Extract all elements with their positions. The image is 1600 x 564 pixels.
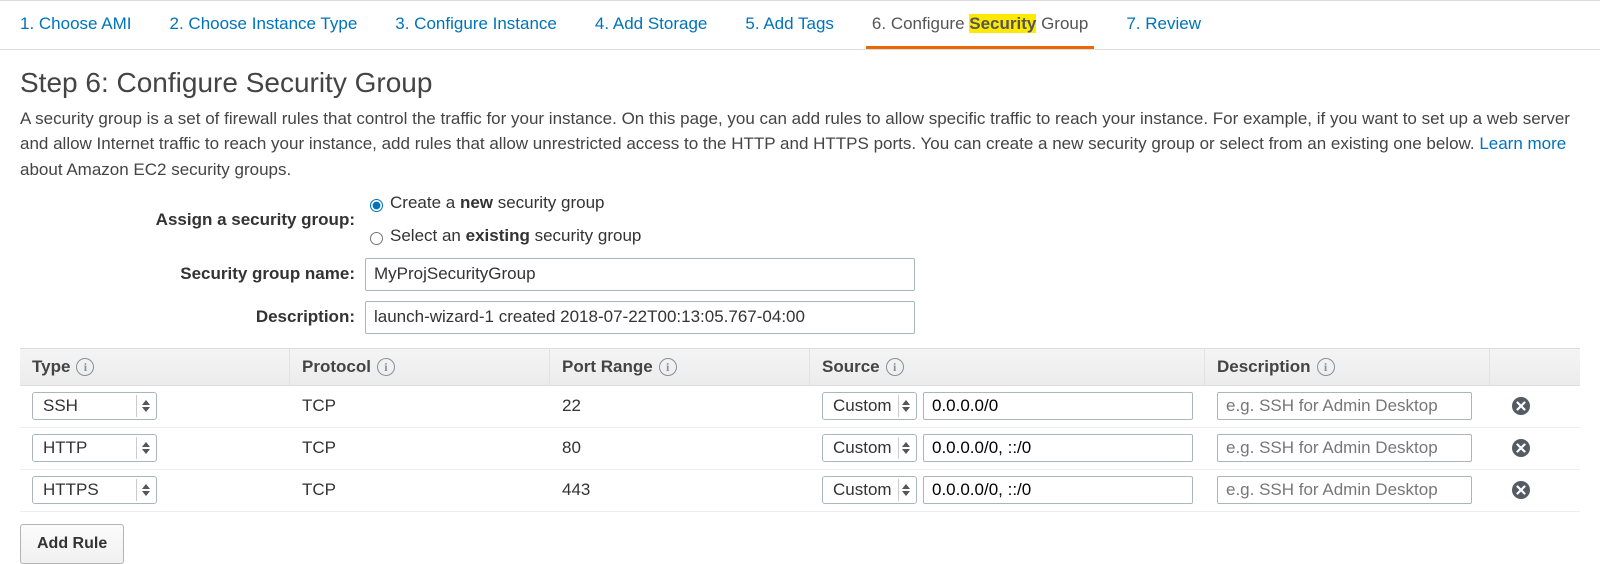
- sg-desc-input[interactable]: [365, 301, 915, 334]
- protocol-value: TCP: [290, 395, 550, 418]
- info-icon[interactable]: i: [76, 358, 94, 376]
- source-cidr-input[interactable]: [923, 434, 1193, 462]
- step-review[interactable]: 7. Review: [1120, 9, 1207, 49]
- remove-rule-button[interactable]: [1490, 480, 1540, 500]
- type-select[interactable]: SSH: [32, 392, 157, 420]
- close-icon: [1511, 480, 1531, 500]
- radio-select-existing[interactable]: Select an existing security group: [365, 225, 641, 248]
- type-select[interactable]: HTTPS: [32, 476, 157, 504]
- step-6-keyword: Security: [969, 14, 1036, 33]
- source-cidr-input[interactable]: [923, 392, 1193, 420]
- step-configure-instance[interactable]: 3. Configure Instance: [389, 9, 563, 49]
- wizard-steps: 1. Choose AMI 2. Choose Instance Type 3.…: [0, 0, 1600, 50]
- rules-table: Typei Protocoli Port Rangei Sourcei Desc…: [20, 348, 1580, 512]
- rule-description-input[interactable]: [1217, 392, 1472, 420]
- rules-table-header: Typei Protocoli Port Rangei Sourcei Desc…: [20, 348, 1580, 386]
- source-mode-select[interactable]: Custom: [822, 434, 917, 462]
- radio-create-new-input[interactable]: [370, 199, 383, 212]
- intro-text: A security group is a set of firewall ru…: [20, 109, 1570, 154]
- step-add-storage[interactable]: 4. Add Storage: [589, 9, 713, 49]
- col-source: Source: [822, 356, 880, 379]
- port-value: 80: [550, 437, 810, 460]
- col-description: Description: [1217, 356, 1311, 379]
- info-icon[interactable]: i: [1317, 358, 1335, 376]
- table-row: SSH TCP22 Custom: [20, 386, 1580, 428]
- protocol-value: TCP: [290, 479, 550, 502]
- learn-more-link[interactable]: Learn more: [1479, 134, 1566, 153]
- info-icon[interactable]: i: [659, 358, 677, 376]
- source-cidr-input[interactable]: [923, 476, 1193, 504]
- page-title: Step 6: Configure Security Group: [20, 64, 1580, 102]
- sg-name-label: Security group name:: [20, 263, 365, 286]
- close-icon: [1511, 396, 1531, 416]
- page-intro: A security group is a set of firewall ru…: [20, 106, 1580, 183]
- info-icon[interactable]: i: [886, 358, 904, 376]
- source-mode-select[interactable]: Custom: [822, 476, 917, 504]
- source-mode-select[interactable]: Custom: [822, 392, 917, 420]
- type-select[interactable]: HTTP: [32, 434, 157, 462]
- radio-create-new[interactable]: Create a new security group: [365, 192, 641, 215]
- remove-rule-button[interactable]: [1490, 396, 1540, 416]
- step-add-tags[interactable]: 5. Add Tags: [739, 9, 840, 49]
- port-value: 22: [550, 395, 810, 418]
- table-row: HTTPS TCP443 Custom: [20, 470, 1580, 512]
- table-row: HTTP TCP80 Custom: [20, 428, 1580, 470]
- close-icon: [1511, 438, 1531, 458]
- step-choose-ami[interactable]: 1. Choose AMI: [14, 9, 138, 49]
- security-group-form: Assign a security group: Create a new se…: [20, 192, 1580, 334]
- assign-sg-label: Assign a security group:: [20, 209, 365, 232]
- step-choose-instance-type[interactable]: 2. Choose Instance Type: [164, 9, 364, 49]
- remove-rule-button[interactable]: [1490, 438, 1540, 458]
- info-icon[interactable]: i: [377, 358, 395, 376]
- intro-text-tail: about Amazon EC2 security groups.: [20, 160, 291, 179]
- rule-description-input[interactable]: [1217, 434, 1472, 462]
- rule-description-input[interactable]: [1217, 476, 1472, 504]
- col-port-range: Port Range: [562, 356, 653, 379]
- sg-desc-label: Description:: [20, 306, 365, 329]
- radio-select-existing-input[interactable]: [370, 232, 383, 245]
- step-6-prefix: 6. Configure: [872, 14, 969, 33]
- col-protocol: Protocol: [302, 356, 371, 379]
- step-configure-security-group[interactable]: 6. Configure Security Group: [866, 9, 1094, 49]
- step-6-suffix: Group: [1036, 14, 1088, 33]
- col-type: Type: [32, 356, 70, 379]
- protocol-value: TCP: [290, 437, 550, 460]
- port-value: 443: [550, 479, 810, 502]
- sg-name-input[interactable]: [365, 258, 915, 291]
